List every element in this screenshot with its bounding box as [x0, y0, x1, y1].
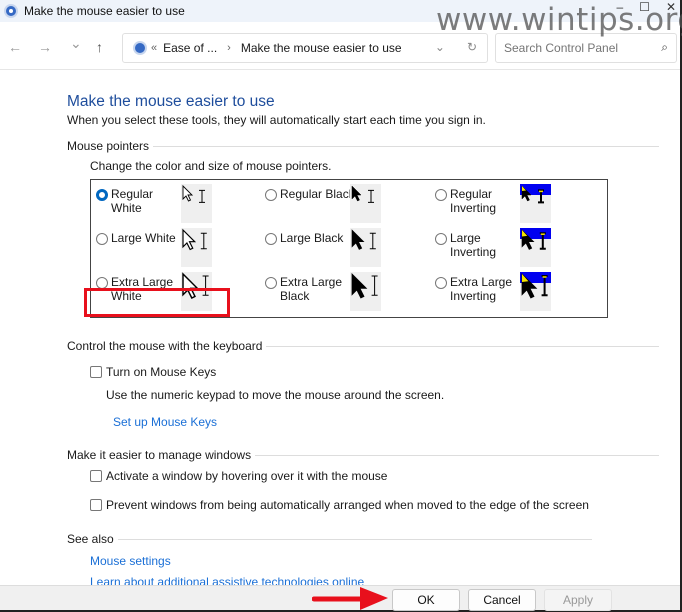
divider — [255, 454, 659, 456]
mouse-keys-option[interactable]: Turn on Mouse Keys — [90, 365, 216, 379]
address-dropdown-chevron-icon[interactable]: ⌄ — [435, 40, 445, 54]
cursor-arrow-icon — [351, 185, 374, 203]
pointers-description: Change the color and size of mouse point… — [90, 159, 332, 173]
radio-button[interactable] — [265, 189, 277, 201]
pointer-option-regular-black[interactable]: Regular Black — [265, 187, 355, 201]
search-input[interactable] — [504, 41, 654, 55]
pointer-option-label[interactable]: Regular White — [111, 187, 153, 215]
pointer-option-large-inverting[interactable]: Large Inverting — [435, 231, 496, 259]
pointer-option-label[interactable]: Regular Inverting — [450, 187, 496, 215]
section-heading: Control the mouse with the keyboard — [67, 339, 263, 353]
pointer-option-label[interactable]: Large Inverting — [450, 231, 496, 259]
pointer-preview-inverting-xl — [520, 272, 551, 311]
section-heading: Make it easier to manage windows — [67, 448, 252, 462]
divider — [153, 145, 659, 147]
radio-button[interactable] — [96, 189, 108, 201]
pointer-preview-black-large — [350, 228, 381, 267]
mouse-keys-checkbox[interactable] — [90, 366, 102, 378]
back-arrow-icon[interactable]: ← — [8, 39, 22, 55]
recent-locations-chevron-icon[interactable]: ⌄ — [70, 35, 82, 52]
pointer-option-extra-large-black[interactable]: Extra Large Black — [265, 275, 342, 303]
breadcrumb-overflow-icon[interactable]: « — [151, 42, 157, 54]
pointer-option-large-black[interactable]: Large Black — [265, 231, 343, 245]
ease-of-access-icon — [133, 41, 147, 55]
search-icon[interactable]: ⌕ — [661, 40, 668, 55]
address-bar[interactable]: « Ease of ... › Make the mouse easier to… — [122, 33, 488, 63]
radio-button[interactable] — [435, 277, 447, 289]
section-see-also: See also — [67, 532, 592, 546]
prevent-arrange-label[interactable]: Prevent windows from being automatically… — [106, 498, 589, 512]
navigation-bar: ← → ⌄ ↑ « Ease of ... › Make the mouse e… — [0, 22, 680, 70]
forward-arrow-icon[interactable]: → — [38, 39, 52, 55]
radio-button[interactable] — [435, 189, 447, 201]
title-bar: Make the mouse easier to use – ☐ ✕ — [0, 0, 680, 22]
cursor-arrow-icon — [521, 185, 544, 204]
cursor-arrow-icon — [182, 228, 207, 251]
mouse-keys-label[interactable]: Turn on Mouse Keys — [106, 365, 216, 379]
pointer-preview-white-large — [181, 228, 212, 267]
maximize-button[interactable]: ☐ — [639, 0, 650, 14]
breadcrumb-separator-icon: › — [227, 42, 231, 54]
section-mouse-pointers: Mouse pointers — [67, 139, 659, 153]
up-arrow-icon[interactable]: ↑ — [96, 39, 103, 55]
pointer-preview-black-regular — [350, 184, 381, 223]
section-keyboard: Control the mouse with the keyboard — [67, 339, 659, 353]
mouse-keys-description: Use the numeric keypad to move the mouse… — [106, 388, 445, 402]
pointer-option-label[interactable]: Regular Black — [280, 187, 355, 201]
control-panel-window: Make the mouse easier to use – ☐ ✕ ← → ⌄… — [0, 0, 682, 612]
pointer-option-extra-large-inverting[interactable]: Extra Large Inverting — [435, 275, 512, 303]
cursor-arrow-icon — [351, 273, 378, 299]
divider — [266, 345, 659, 347]
section-heading: See also — [67, 532, 114, 546]
ok-button[interactable]: OK — [392, 589, 460, 611]
pointer-option-label[interactable]: Large White — [111, 231, 176, 245]
pointer-option-regular-inverting[interactable]: Regular Inverting — [435, 187, 496, 215]
hover-activate-option[interactable]: Activate a window by hovering over it wi… — [90, 469, 387, 483]
page-subtitle: When you select these tools, they will a… — [67, 113, 486, 127]
radio-button[interactable] — [435, 233, 447, 245]
main-content: Make the mouse easier to use When you se… — [0, 71, 680, 585]
cursor-arrow-icon — [521, 229, 546, 250]
pointer-option-label[interactable]: Large Black — [280, 231, 343, 245]
breadcrumb-current[interactable]: Make the mouse easier to use — [241, 41, 402, 55]
pointer-option-label[interactable]: Extra Large Inverting — [450, 275, 512, 303]
pointer-option-large-white[interactable]: Large White — [96, 231, 176, 245]
setup-mouse-keys-link[interactable]: Set up Mouse Keys — [113, 415, 217, 429]
section-windows: Make it easier to manage windows — [67, 448, 659, 462]
cursor-arrow-icon — [182, 184, 205, 203]
prevent-arrange-option[interactable]: Prevent windows from being automatically… — [90, 498, 589, 512]
ease-of-access-icon — [4, 4, 18, 18]
refresh-icon[interactable]: ↻ — [467, 40, 477, 54]
close-button[interactable]: ✕ — [666, 0, 676, 14]
hover-activate-label[interactable]: Activate a window by hovering over it wi… — [106, 469, 387, 483]
highlight-annotation — [84, 288, 230, 317]
mouse-settings-link[interactable]: Mouse settings — [90, 554, 171, 568]
radio-button[interactable] — [265, 233, 277, 245]
radio-button[interactable] — [96, 233, 108, 245]
cursor-arrow-icon — [521, 273, 548, 299]
hover-activate-checkbox[interactable] — [90, 470, 102, 482]
apply-button[interactable]: Apply — [544, 589, 612, 611]
divider — [117, 538, 592, 540]
section-heading: Mouse pointers — [67, 139, 150, 153]
pointer-option-regular-white[interactable]: Regular White — [96, 187, 153, 215]
pointer-preview-inverting-large — [520, 228, 551, 267]
pointer-preview-black-xl — [350, 272, 381, 311]
page-title: Make the mouse easier to use — [67, 93, 275, 110]
search-box[interactable]: ⌕ — [495, 33, 677, 63]
cancel-button[interactable]: Cancel — [468, 589, 536, 611]
minimize-button[interactable]: – — [616, 0, 623, 14]
window-title: Make the mouse easier to use — [24, 4, 185, 18]
pointer-preview-white-regular — [181, 184, 212, 223]
radio-button[interactable] — [265, 277, 277, 289]
breadcrumb-ease-of-access[interactable]: Ease of ... — [163, 41, 217, 55]
prevent-arrange-checkbox[interactable] — [90, 499, 102, 511]
cursor-arrow-icon — [351, 229, 376, 250]
red-arrow-annotation — [312, 587, 388, 610]
pointer-option-label[interactable]: Extra Large Black — [280, 275, 342, 303]
pointer-preview-inverting-regular — [520, 184, 551, 223]
